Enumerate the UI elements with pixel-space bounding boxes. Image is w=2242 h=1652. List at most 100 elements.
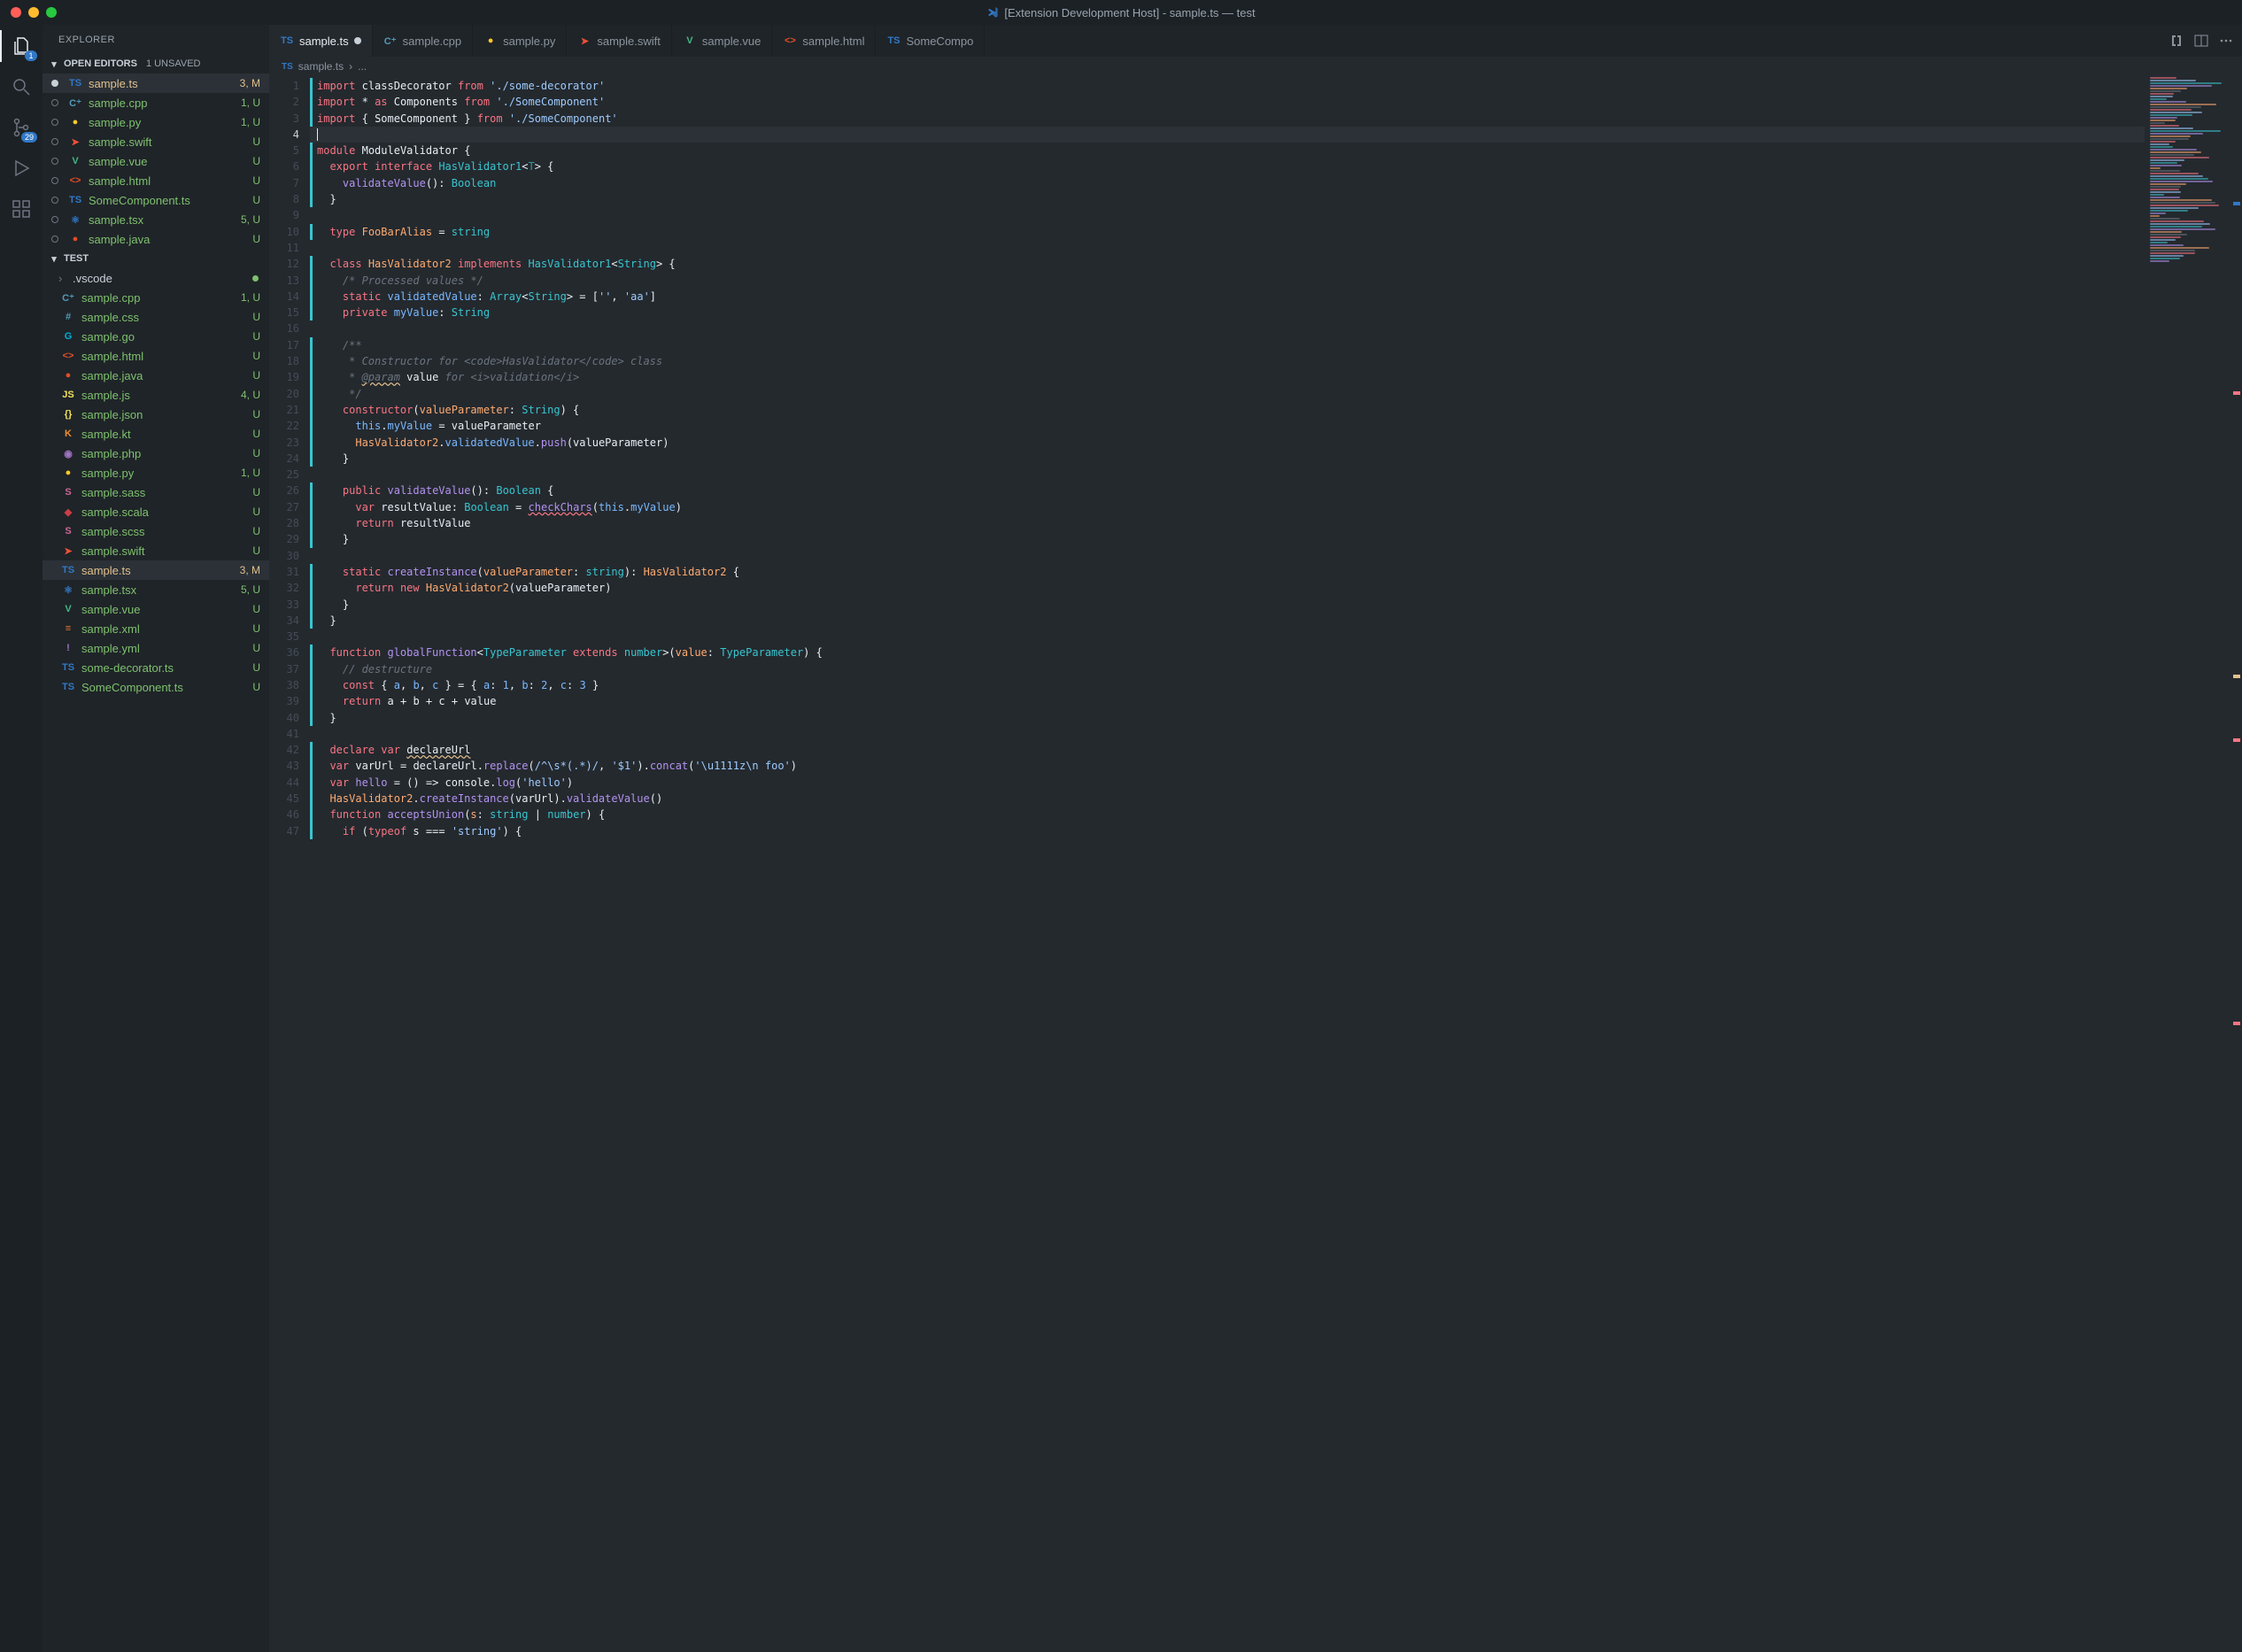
tab-actions xyxy=(2161,25,2242,57)
file-item[interactable]: Ksample.ktU xyxy=(43,424,269,444)
titlebar: [Extension Development Host] - sample.ts… xyxy=(0,0,2242,25)
maximize-window-button[interactable] xyxy=(46,7,57,18)
file-name: sample.py xyxy=(81,467,241,480)
open-editor-item[interactable]: TSSomeComponent.tsU xyxy=(43,190,269,210)
open-editor-item[interactable]: ●sample.py1, U xyxy=(43,112,269,132)
file-type-icon: <> xyxy=(67,175,83,186)
file-type-icon: ⚛ xyxy=(67,214,83,226)
file-item[interactable]: ≡sample.xmlU xyxy=(43,619,269,638)
file-name: SomeComponent.ts xyxy=(81,681,252,694)
minimize-window-button[interactable] xyxy=(28,7,39,18)
close-editor-icon[interactable] xyxy=(51,99,58,106)
editor-tab[interactable]: ➤sample.swift xyxy=(567,25,672,57)
close-editor-icon[interactable] xyxy=(51,177,58,184)
more-actions-icon[interactable] xyxy=(2219,34,2233,48)
explorer-activity[interactable]: 1 xyxy=(9,34,34,58)
close-editor-icon[interactable] xyxy=(51,235,58,243)
file-name: sample.xml xyxy=(81,622,252,636)
close-editor-icon[interactable] xyxy=(51,216,58,223)
scm-activity[interactable]: 29 xyxy=(9,115,34,140)
close-editor-icon[interactable] xyxy=(51,119,58,126)
file-item[interactable]: TSsome-decorator.tsU xyxy=(43,658,269,677)
open-editors-header[interactable]: ▾ OPEN EDITORS 1 UNSAVED xyxy=(43,54,269,73)
file-item[interactable]: Vsample.vueU xyxy=(43,599,269,619)
open-editor-item[interactable]: TSsample.ts3, M xyxy=(43,73,269,93)
file-item[interactable]: <>sample.htmlU xyxy=(43,346,269,366)
open-editor-item[interactable]: Vsample.vueU xyxy=(43,151,269,171)
close-editor-icon[interactable] xyxy=(51,158,58,165)
editor-tab[interactable]: <>sample.html xyxy=(772,25,876,57)
test-folder-header[interactable]: ▾ TEST xyxy=(43,249,269,268)
search-activity[interactable] xyxy=(9,74,34,99)
editor-tab[interactable]: TS SomeCompo xyxy=(876,25,985,57)
close-editor-icon[interactable] xyxy=(51,197,58,204)
code-editor[interactable]: 1234567891011121314151617181920212223242… xyxy=(269,76,2242,1652)
compare-changes-icon[interactable] xyxy=(2169,34,2184,48)
git-status: U xyxy=(252,155,260,167)
git-status: U xyxy=(252,135,260,148)
open-editors-list: TSsample.ts3, MC⁺sample.cpp1, U●sample.p… xyxy=(43,73,269,249)
breadcrumb-sep: › xyxy=(349,60,352,73)
file-type-icon: <> xyxy=(60,351,76,361)
file-item[interactable]: ⚛sample.tsx5, U xyxy=(43,580,269,599)
editor-tab[interactable]: C⁺sample.cpp xyxy=(373,25,473,57)
open-editor-item[interactable]: ➤sample.swiftU xyxy=(43,132,269,151)
file-item[interactable]: Ssample.sassU xyxy=(43,482,269,502)
open-editor-item[interactable]: ●sample.javaU xyxy=(43,229,269,249)
tab-label: sample.ts xyxy=(299,35,349,48)
file-item[interactable]: JSsample.js4, U xyxy=(43,385,269,405)
file-name: sample.go xyxy=(81,330,252,344)
file-item[interactable]: TSSomeComponent.tsU xyxy=(43,677,269,697)
editor-tab[interactable]: TSsample.ts xyxy=(269,25,373,57)
open-editor-item[interactable]: <>sample.htmlU xyxy=(43,171,269,190)
file-tree: ›.vscodeC⁺sample.cpp1, U#sample.cssUGsam… xyxy=(43,268,269,1652)
minimap[interactable] xyxy=(2145,76,2242,1652)
file-item[interactable]: #sample.cssU xyxy=(43,307,269,327)
git-status: U xyxy=(252,408,260,421)
file-item[interactable]: C⁺sample.cpp1, U xyxy=(43,288,269,307)
tab-label: SomeCompo xyxy=(906,35,973,48)
chevron-down-icon: ▾ xyxy=(48,252,60,265)
open-editor-item[interactable]: ⚛sample.tsx5, U xyxy=(43,210,269,229)
file-type-icon: TS xyxy=(886,35,901,46)
chevron-right-icon: › xyxy=(58,272,69,285)
file-item[interactable]: TSsample.ts3, M xyxy=(43,560,269,580)
tab-label: sample.vue xyxy=(702,35,761,48)
scroll-indicator[interactable] xyxy=(2230,76,2242,1652)
debug-icon xyxy=(11,158,32,179)
split-editor-icon[interactable] xyxy=(2194,34,2208,48)
file-item[interactable]: ●sample.py1, U xyxy=(43,463,269,482)
file-name: sample.java xyxy=(81,369,252,382)
file-item[interactable]: ●sample.javaU xyxy=(43,366,269,385)
file-type-icon: JS xyxy=(60,390,76,400)
file-item[interactable]: ◉sample.phpU xyxy=(43,444,269,463)
file-item[interactable]: Ssample.scssU xyxy=(43,521,269,541)
folder-item[interactable]: ›.vscode xyxy=(43,268,269,288)
file-item[interactable]: ➤sample.swiftU xyxy=(43,541,269,560)
file-item[interactable]: {}sample.jsonU xyxy=(43,405,269,424)
open-editor-item[interactable]: C⁺sample.cpp1, U xyxy=(43,93,269,112)
extensions-activity[interactable] xyxy=(9,197,34,221)
file-name: sample.yml xyxy=(81,642,252,655)
debug-activity[interactable] xyxy=(9,156,34,181)
file-item[interactable]: !sample.ymlU xyxy=(43,638,269,658)
window-title: [Extension Development Host] - sample.ts… xyxy=(986,6,1255,19)
close-editor-icon[interactable] xyxy=(51,138,58,145)
file-type-icon: C⁺ xyxy=(383,35,398,47)
file-name: sample.json xyxy=(81,408,252,421)
editor-tab[interactable]: Vsample.vue xyxy=(672,25,772,57)
file-name: sample.sass xyxy=(81,486,252,499)
breadcrumb[interactable]: TS sample.ts › ... xyxy=(269,57,2242,76)
git-status: U xyxy=(252,544,260,557)
file-item[interactable]: Gsample.goU xyxy=(43,327,269,346)
file-type-icon: ● xyxy=(60,370,76,381)
close-window-button[interactable] xyxy=(11,7,21,18)
file-type-icon: V xyxy=(67,156,83,166)
file-type-icon: # xyxy=(60,312,76,322)
git-status: U xyxy=(252,330,260,343)
file-type-icon: S xyxy=(60,487,76,498)
file-item[interactable]: ◆sample.scalaU xyxy=(43,502,269,521)
editor-tab[interactable]: ●sample.py xyxy=(473,25,567,57)
file-type-icon: TS xyxy=(67,195,83,205)
code-content[interactable]: import classDecorator from './some-decor… xyxy=(310,76,2145,1652)
